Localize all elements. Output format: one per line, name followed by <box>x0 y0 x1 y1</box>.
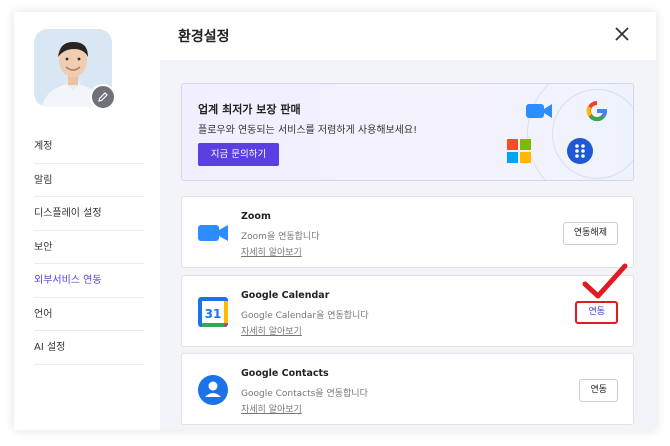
dialog-header: 환경설정 <box>160 12 656 60</box>
sidebar-item-display[interactable]: 디스플레이 설정 <box>34 197 144 231</box>
service-card-zoom: Zoom Zoom을 연동합니다 자세히 알아보기 연동해제 <box>181 196 634 268</box>
dots-app-icon <box>567 138 593 164</box>
contact-now-button[interactable]: 지금 문의하기 <box>198 143 279 166</box>
zoom-icon <box>526 104 552 118</box>
service-card-google-contacts: Google Contacts Google Contacts을 연동합니다 자… <box>181 353 634 425</box>
edit-avatar-button[interactable] <box>90 84 116 110</box>
zoom-icon <box>198 225 228 241</box>
svg-text:31: 31 <box>205 307 222 321</box>
settings-menu: 계정 알림 디스플레이 설정 보안 외부서비스 연동 언어 AI 설정 <box>34 130 144 365</box>
sidebar-item-external-services[interactable]: 외부서비스 연동 <box>34 264 144 298</box>
service-description: Google Calendar을 연동합니다 <box>241 311 369 321</box>
sidebar-item-security[interactable]: 보안 <box>34 231 144 264</box>
service-description: Zoom을 연동합니다 <box>241 232 320 242</box>
learn-more-link[interactable]: 자세히 알아보기 <box>241 245 302 258</box>
disconnect-button[interactable]: 연동해제 <box>562 222 618 245</box>
service-name: Google Calendar <box>241 290 330 301</box>
sidebar-item-notifications[interactable]: 알림 <box>34 164 144 197</box>
google-calendar-icon: 31 <box>198 297 228 327</box>
microsoft-icon <box>507 139 531 163</box>
settings-dialog: 계정 알림 디스플레이 설정 보안 외부서비스 연동 언어 AI 설정 환경설정… <box>14 12 656 430</box>
pencil-icon <box>98 92 108 102</box>
promo-banner: 업계 최저가 보장 판매 플로우와 연동되는 서비스를 저렴하게 사용해보세요!… <box>181 83 634 181</box>
sidebar-item-ai-settings[interactable]: AI 설정 <box>34 331 144 365</box>
connect-button[interactable]: 연동 <box>575 301 618 324</box>
sidebar-item-language[interactable]: 언어 <box>34 298 144 331</box>
service-card-google-calendar: 31 Google Calendar Google Calendar을 연동합니… <box>181 275 634 347</box>
checkmark-icon <box>582 263 628 299</box>
service-description: Google Contacts을 연동합니다 <box>241 389 368 399</box>
page-title: 환경설정 <box>178 29 230 45</box>
close-button[interactable] <box>610 22 634 46</box>
learn-more-link[interactable]: 자세히 알아보기 <box>241 324 302 337</box>
sidebar-item-account[interactable]: 계정 <box>34 130 144 164</box>
close-icon <box>615 27 629 41</box>
sidebar: 계정 알림 디스플레이 설정 보안 외부서비스 연동 언어 AI 설정 <box>14 12 160 430</box>
google-contacts-icon <box>198 375 228 405</box>
service-name: Zoom <box>241 211 271 222</box>
main-panel: 환경설정 업계 최저가 보장 판매 플로우와 연동되는 서비스를 저렴하게 사용… <box>160 12 656 430</box>
connect-button[interactable]: 연동 <box>579 379 618 402</box>
google-icon <box>586 101 608 122</box>
service-name: Google Contacts <box>241 368 329 379</box>
banner-description: 플로우와 연동되는 서비스를 저렴하게 사용해보세요! <box>198 125 418 136</box>
learn-more-link[interactable]: 자세히 알아보기 <box>241 402 302 415</box>
banner-title: 업계 최저가 보장 판매 <box>198 103 301 116</box>
